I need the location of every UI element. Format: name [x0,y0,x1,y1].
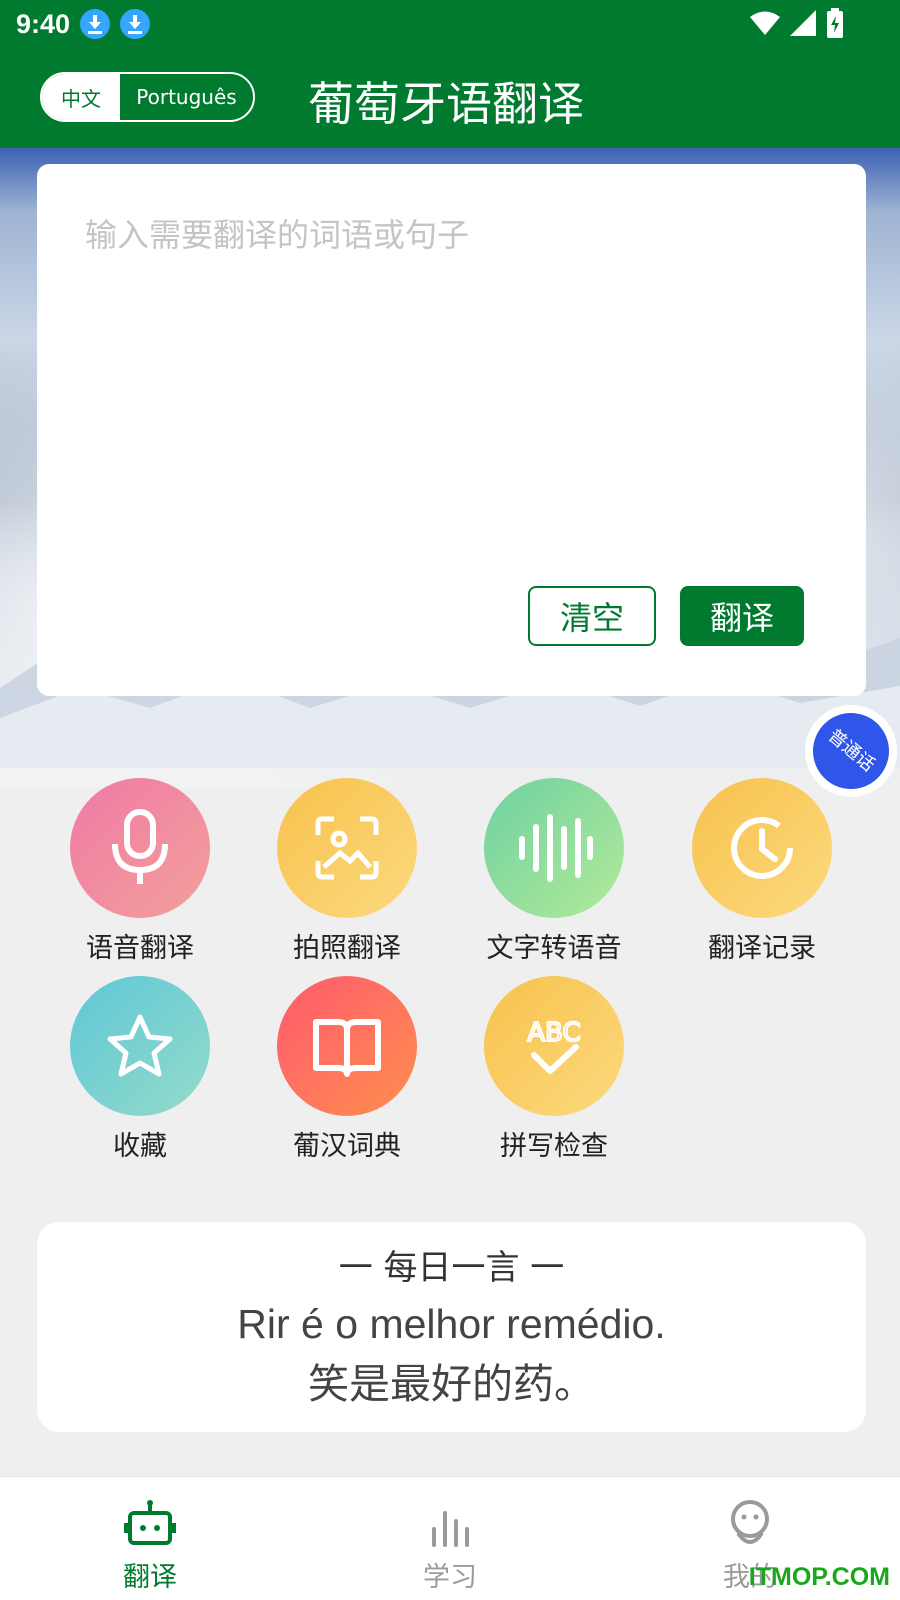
feature-label: 葡汉词典 [293,1131,401,1162]
watermark-logo: ITMOP.COM [748,1563,890,1591]
abc-check-icon: ABC [484,976,624,1116]
book-icon [277,976,417,1116]
feature-label: 翻译记录 [708,933,816,964]
daily-quote-chinese: 笑是最好的药。 [308,1360,595,1408]
robot-icon [124,1500,176,1545]
sound-wave-icon [484,778,624,918]
profile-face-icon [731,1500,769,1544]
feature-pt-zh-dictionary[interactable]: 葡汉词典 [262,976,432,1163]
status-bar: 9:40 [16,6,151,42]
feature-text-to-speech[interactable]: 文字转语音 [469,778,639,965]
bottom-navigation: 翻译 学习 我的 ITMOP.COM [0,1476,900,1600]
translate-button[interactable]: 翻译 [680,586,804,646]
feature-photo-translate[interactable]: 拍照翻译 [262,778,432,965]
feature-spell-check[interactable]: ABC 拼写检查 [469,976,639,1163]
star-icon [70,976,210,1116]
daily-quote-portuguese: Rir é o melhor remédio. [237,1301,666,1347]
feature-label: 拼写检查 [500,1131,608,1162]
feature-label: 拍照翻译 [293,933,401,964]
tab-label: 翻译 [123,1562,177,1593]
feature-translation-history[interactable]: 翻译记录 [677,778,847,965]
download-icon [120,9,151,39]
bar-chart-icon [432,1511,469,1547]
signal-icon [790,10,816,36]
clock-icon [692,778,832,918]
lang-option-portuguese[interactable]: Português [120,74,253,120]
svg-text:ABC: ABC [527,1018,580,1048]
wifi-icon [750,11,780,35]
daily-quote-title: 一 每日一言 一 [338,1248,565,1288]
feature-label: 语音翻译 [86,933,194,964]
battery-icon [827,8,843,38]
status-time: 9:40 [16,8,71,39]
daily-quote-card: 一 每日一言 一 Rir é o melhor remédio. 笑是最好的药。 [37,1222,866,1432]
app-header: 9:40 中文 Português 葡萄牙语翻译 [0,0,900,148]
download-icon [80,9,111,39]
feature-label: 收藏 [113,1131,167,1162]
page-title: 葡萄牙语翻译 [308,77,584,131]
system-icons [750,8,844,38]
lang-option-chinese[interactable]: 中文 [42,74,120,120]
microphone-icon [70,778,210,918]
tab-learn[interactable]: 学习 [375,1499,525,1594]
tab-label: 学习 [423,1562,477,1593]
language-toggle[interactable]: 中文 Português [40,72,255,122]
feature-label: 文字转语音 [486,933,622,964]
feature-favorites[interactable]: 收藏 [55,976,225,1163]
photo-scan-icon [277,778,417,918]
feature-voice-translate[interactable]: 语音翻译 [55,778,225,965]
tab-translate[interactable]: 翻译 [75,1499,225,1594]
translation-input[interactable]: 输入需要翻译的词语或句子 [85,210,469,256]
translation-input-card: 输入需要翻译的词语或句子 清空 翻译 [37,164,866,696]
clear-button[interactable]: 清空 [528,586,656,646]
